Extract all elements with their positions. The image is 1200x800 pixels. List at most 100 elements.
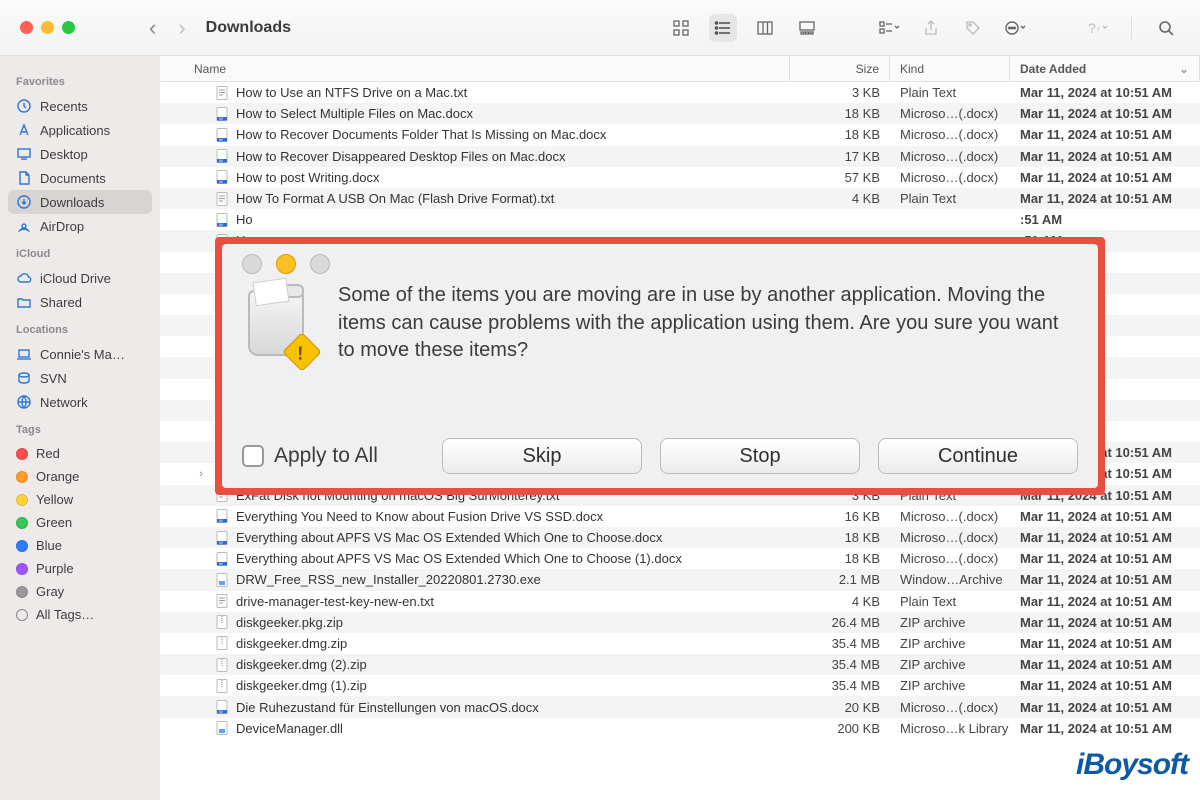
file-row[interactable]: WHow to Select Multiple Files on Mac.doc… [160,103,1200,124]
skip-button[interactable]: Skip [442,438,642,474]
file-row[interactable]: WHow to post Writing.docx57 KBMicroso…(.… [160,167,1200,188]
file-row[interactable]: WDie Ruhezustand für Einstellungen von m… [160,696,1200,717]
download-icon [16,194,32,210]
sidebar-item-recents[interactable]: Recents [8,94,152,118]
file-row[interactable]: DRW_Free_RSS_new_Installer_20220801.2730… [160,569,1200,590]
zip-icon [214,657,230,673]
file-row[interactable]: diskgeeker.dmg (2).zip35.4 MBZIP archive… [160,654,1200,675]
file-size: 4 KB [790,191,890,206]
sidebar-item-label: Downloads [40,195,104,210]
file-row[interactable]: How to Use an NTFS Drive on a Mac.txt3 K… [160,82,1200,103]
search-button[interactable] [1152,14,1180,42]
sidebar-item-airdrop[interactable]: AirDrop [8,214,152,238]
stop-button[interactable]: Stop [660,438,860,474]
help-menu-button[interactable]: ?› [1083,14,1111,42]
dialog-zoom-button[interactable] [310,254,330,274]
svg-text:W: W [219,540,223,545]
sidebar-item-shared[interactable]: Shared [8,290,152,314]
view-icons-button[interactable] [667,14,695,42]
file-size: 4 KB [790,594,890,609]
apply-to-all-checkbox[interactable] [242,445,264,467]
docx-icon: W [214,699,230,715]
sidebar-item-green[interactable]: Green [8,511,152,534]
file-row[interactable]: drive-manager-test-key-new-en.txt4 KBPla… [160,591,1200,612]
sidebar-item-red[interactable]: Red [8,442,152,465]
file-name: diskgeeker.dmg.zip [236,636,347,651]
sidebar-item-svn[interactable]: SVN [8,366,152,390]
file-row[interactable]: WHo:51 AM [160,209,1200,230]
action-menu-button[interactable] [1001,14,1029,42]
zip-icon [214,678,230,694]
file-kind: Microso…k Library [890,721,1010,736]
docx-icon: W [214,106,230,122]
sidebar-item-all-tags-[interactable]: All Tags… [8,603,152,626]
file-row[interactable]: How To Format A USB On Mac (Flash Drive … [160,188,1200,209]
file-row[interactable]: WEverything You Need to Know about Fusio… [160,506,1200,527]
fullscreen-window-button[interactable] [62,21,75,34]
file-row[interactable]: WEverything about APFS VS Mac OS Extende… [160,527,1200,548]
file-row[interactable]: diskgeeker.dmg.zip35.4 MBZIP archiveMar … [160,633,1200,654]
zip-icon [214,635,230,651]
file-row[interactable]: WEverything about APFS VS Mac OS Extende… [160,548,1200,569]
close-window-button[interactable] [20,21,33,34]
apply-to-all-label: Apply to All [274,444,378,468]
view-gallery-button[interactable] [793,14,821,42]
sidebar-item-orange[interactable]: Orange [8,465,152,488]
sidebar-item-label: Applications [40,123,110,138]
svg-text:W: W [219,116,223,121]
column-header-kind[interactable]: Kind [890,56,1010,81]
sidebar-item-label: iCloud Drive [40,271,111,286]
file-date: Mar 11, 2024 at 10:51 AM [1010,721,1200,736]
watermark-logo: iBoysoft [1076,748,1188,782]
file-row[interactable]: diskgeeker.dmg (1).zip35.4 MBZIP archive… [160,675,1200,696]
sidebar-item-connie-s-ma-[interactable]: Connie's Ma… [8,342,152,366]
column-header-date[interactable]: Date Added⌄ [1010,56,1200,81]
file-date: Mar 11, 2024 at 10:51 AM [1010,700,1200,715]
continue-button[interactable]: Continue [878,438,1078,474]
tag-dot-icon [16,494,28,506]
sidebar-item-desktop[interactable]: Desktop [8,142,152,166]
file-date: Mar 11, 2024 at 10:51 AM [1010,594,1200,609]
file-date: Mar 11, 2024 at 10:51 AM [1010,149,1200,164]
group-menu-button[interactable] [875,14,903,42]
sidebar-item-label: Red [36,446,60,461]
file-row[interactable]: WHow to Recover Disappeared Desktop File… [160,146,1200,167]
sidebar-item-label: Gray [36,584,64,599]
forward-button[interactable]: › [178,15,185,41]
tags-button[interactable] [959,14,987,42]
disclosure-triangle-icon[interactable]: › [194,468,208,480]
svg-text:W: W [219,222,223,227]
dialog-close-button[interactable] [242,254,262,274]
tag-dot-icon [16,586,28,598]
minimize-window-button[interactable] [41,21,54,34]
sidebar-item-downloads[interactable]: Downloads [8,190,152,214]
sidebar-item-label: All Tags… [36,607,94,622]
apply-to-all-group[interactable]: Apply to All [242,444,378,468]
view-columns-button[interactable] [751,14,779,42]
nav-arrows: ‹ › [149,15,186,41]
sidebar-item-label: Orange [36,469,79,484]
sidebar-item-network[interactable]: Network [8,390,152,414]
sidebar-item-purple[interactable]: Purple [8,557,152,580]
column-header-name[interactable]: Name [160,56,790,81]
tag-dot-icon [16,517,28,529]
sidebar-item-yellow[interactable]: Yellow [8,488,152,511]
sidebar-item-applications[interactable]: Applications [8,118,152,142]
column-header-size[interactable]: Size [790,56,890,81]
back-button[interactable]: ‹ [149,15,156,41]
file-row[interactable]: WHow to Recover Documents Folder That Is… [160,124,1200,145]
view-list-button[interactable] [709,14,737,42]
sidebar-item-icloud-drive[interactable]: iCloud Drive [8,266,152,290]
share-button[interactable] [917,14,945,42]
sidebar-item-blue[interactable]: Blue [8,534,152,557]
tag-dot-icon [16,448,28,460]
file-row[interactable]: DeviceManager.dll200 KBMicroso…k Library… [160,718,1200,739]
sidebar-item-documents[interactable]: Documents [8,166,152,190]
disk-icon [16,370,32,386]
file-size: 35.4 MB [790,678,890,693]
file-row[interactable]: diskgeeker.pkg.zip26.4 MBZIP archiveMar … [160,612,1200,633]
dialog-minimize-button[interactable] [276,254,296,274]
sidebar-item-gray[interactable]: Gray [8,580,152,603]
file-kind: Microso…(.docx) [890,127,1010,142]
file-name: How to post Writing.docx [236,170,380,185]
